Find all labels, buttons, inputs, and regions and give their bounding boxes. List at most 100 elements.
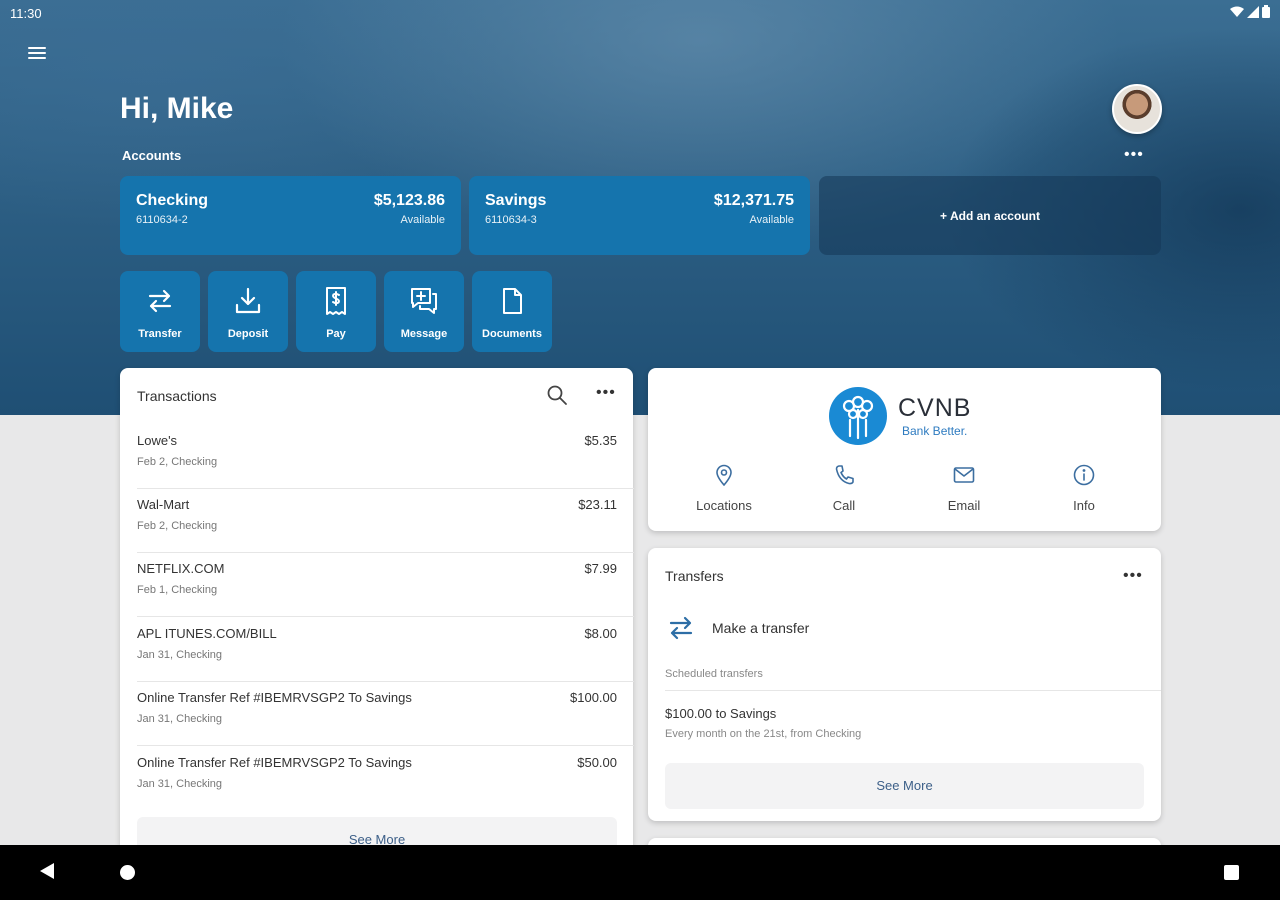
- scheduled-transfer-title: $100.00 to Savings: [665, 706, 777, 721]
- home-icon[interactable]: [120, 865, 135, 880]
- account-card-savings[interactable]: Savings 6110634-3 $12,371.75 Available: [469, 176, 810, 255]
- account-number: 6110634-3: [485, 214, 537, 226]
- action-label: Message: [400, 328, 448, 340]
- transaction-meta: Jan 31, Checking: [137, 713, 222, 725]
- action-label: Transfer: [138, 328, 182, 340]
- bank-logo-icon: [829, 387, 887, 445]
- make-transfer-button[interactable]: Make a transfer: [665, 610, 965, 646]
- account-number: 6110634-2: [136, 214, 188, 226]
- transaction-row[interactable]: Lowe's Feb 2, Checking $5.35: [137, 425, 634, 489]
- transaction-row[interactable]: Wal-Mart Feb 2, Checking $23.11: [137, 489, 634, 553]
- status-bar: 11:30: [0, 0, 1280, 26]
- transaction-row[interactable]: APL ITUNES.COM/BILL Jan 31, Checking $8.…: [137, 618, 634, 682]
- scheduled-transfers-label: Scheduled transfers: [665, 668, 763, 680]
- transfer-icon: [148, 289, 172, 313]
- account-balance: $12,371.75: [713, 192, 794, 209]
- info-icon: [1073, 464, 1095, 486]
- transaction-description: Online Transfer Ref #IBEMRVSGP2 To Savin…: [137, 690, 412, 705]
- transaction-row[interactable]: NETFLIX.COM Feb 1, Checking $7.99: [137, 553, 634, 617]
- scheduled-transfer-subtitle: Every month on the 21st, from Checking: [665, 728, 862, 740]
- info-button[interactable]: Info: [1034, 464, 1134, 513]
- make-transfer-label: Make a transfer: [712, 620, 810, 636]
- transaction-amount: $5.35: [584, 433, 617, 448]
- transaction-description: Wal-Mart: [137, 497, 190, 512]
- call-button[interactable]: Call: [794, 464, 894, 513]
- transaction-description: Online Transfer Ref #IBEMRVSGP2 To Savin…: [137, 755, 412, 770]
- transaction-amount: $23.11: [578, 497, 617, 512]
- account-balance: $5,123.86: [373, 192, 445, 209]
- transfer-action-button[interactable]: Transfer: [120, 271, 200, 352]
- transfer-icon: [669, 616, 693, 640]
- add-account-button[interactable]: + Add an account: [819, 176, 1161, 255]
- wifi-icon: [1230, 6, 1244, 17]
- scheduled-transfer-item[interactable]: $100.00 to Savings Every month on the 21…: [665, 706, 1135, 746]
- divider: [665, 690, 1161, 691]
- menu-button[interactable]: [24, 44, 50, 70]
- transfers-card: Transfers ••• Make a transfer Scheduled …: [648, 548, 1161, 821]
- transaction-meta: Jan 31, Checking: [137, 649, 222, 661]
- email-button[interactable]: Email: [914, 464, 1014, 513]
- deposit-icon: [235, 287, 261, 314]
- transaction-description: APL ITUNES.COM/BILL: [137, 626, 277, 641]
- transaction-meta: Jan 31, Checking: [137, 778, 222, 790]
- accounts-label: Accounts: [122, 148, 182, 163]
- menu-icon: [28, 47, 46, 49]
- pay-icon: [326, 287, 346, 315]
- documents-icon: [503, 288, 522, 314]
- transactions-card: Transactions ••• Lowe's Feb 2, Checking …: [120, 368, 634, 868]
- transactions-title: Transactions: [137, 388, 217, 404]
- transaction-description: Lowe's: [137, 433, 178, 448]
- action-label: Pay: [326, 328, 346, 340]
- status-time: 11:30: [10, 6, 42, 21]
- documents-action-button[interactable]: Documents: [472, 271, 552, 352]
- battery-icon: [1262, 5, 1270, 18]
- transaction-meta: Feb 2, Checking: [137, 456, 218, 468]
- contact-label: Call: [832, 498, 856, 513]
- phone-icon: [835, 465, 854, 485]
- bank-info-card: CVNB Bank Better. Locations Call Email I…: [648, 368, 1161, 531]
- system-icons: [1230, 5, 1270, 18]
- message-action-button[interactable]: Message: [384, 271, 464, 352]
- account-balance-label: Available: [400, 214, 445, 226]
- signal-icon: [1247, 5, 1259, 18]
- transaction-row[interactable]: Online Transfer Ref #IBEMRVSGP2 To Savin…: [137, 747, 617, 811]
- row-divider: [137, 616, 634, 617]
- account-balance-label: Available: [749, 214, 794, 226]
- contact-label: Info: [1073, 498, 1095, 513]
- email-icon: [953, 467, 975, 483]
- contact-label: Locations: [696, 498, 752, 513]
- transaction-meta: Feb 1, Checking: [137, 584, 218, 596]
- transaction-amount: $50.00: [577, 755, 617, 770]
- contact-label: Email: [947, 498, 981, 513]
- back-icon[interactable]: [39, 862, 55, 880]
- action-label: Documents: [482, 328, 542, 340]
- message-icon: [411, 288, 437, 314]
- search-icon[interactable]: [546, 384, 568, 406]
- bank-name: CVNB: [898, 394, 972, 422]
- location-pin-icon: [716, 464, 732, 486]
- transaction-meta: Feb 2, Checking: [137, 520, 218, 532]
- transaction-amount: $8.00: [584, 626, 617, 641]
- accounts-more-button[interactable]: •••: [1124, 146, 1144, 164]
- bank-tagline: Bank Better.: [902, 424, 968, 438]
- account-card-checking[interactable]: Checking 6110634-2 $5,123.86 Available: [120, 176, 461, 255]
- recents-icon[interactable]: [1224, 865, 1239, 880]
- transfers-title: Transfers: [665, 568, 724, 584]
- pay-action-button[interactable]: Pay: [296, 271, 376, 352]
- transfers-more-button[interactable]: •••: [1123, 567, 1143, 585]
- transaction-amount: $7.99: [584, 561, 617, 576]
- transaction-row[interactable]: Online Transfer Ref #IBEMRVSGP2 To Savin…: [137, 682, 634, 746]
- account-name: Savings: [485, 192, 547, 209]
- transfers-see-more-button[interactable]: See More: [665, 763, 1144, 809]
- locations-button[interactable]: Locations: [674, 464, 774, 513]
- deposit-action-button[interactable]: Deposit: [208, 271, 288, 352]
- transaction-amount: $100.00: [570, 690, 617, 705]
- avatar[interactable]: [1112, 84, 1162, 134]
- account-name: Checking: [136, 192, 209, 209]
- row-divider: [137, 745, 634, 746]
- transactions-more-button[interactable]: •••: [596, 384, 616, 402]
- transaction-description: NETFLIX.COM: [137, 561, 225, 576]
- system-nav-bar: [0, 845, 1280, 900]
- greeting-title: Hi, Mike: [120, 92, 234, 125]
- action-label: Deposit: [227, 328, 269, 340]
